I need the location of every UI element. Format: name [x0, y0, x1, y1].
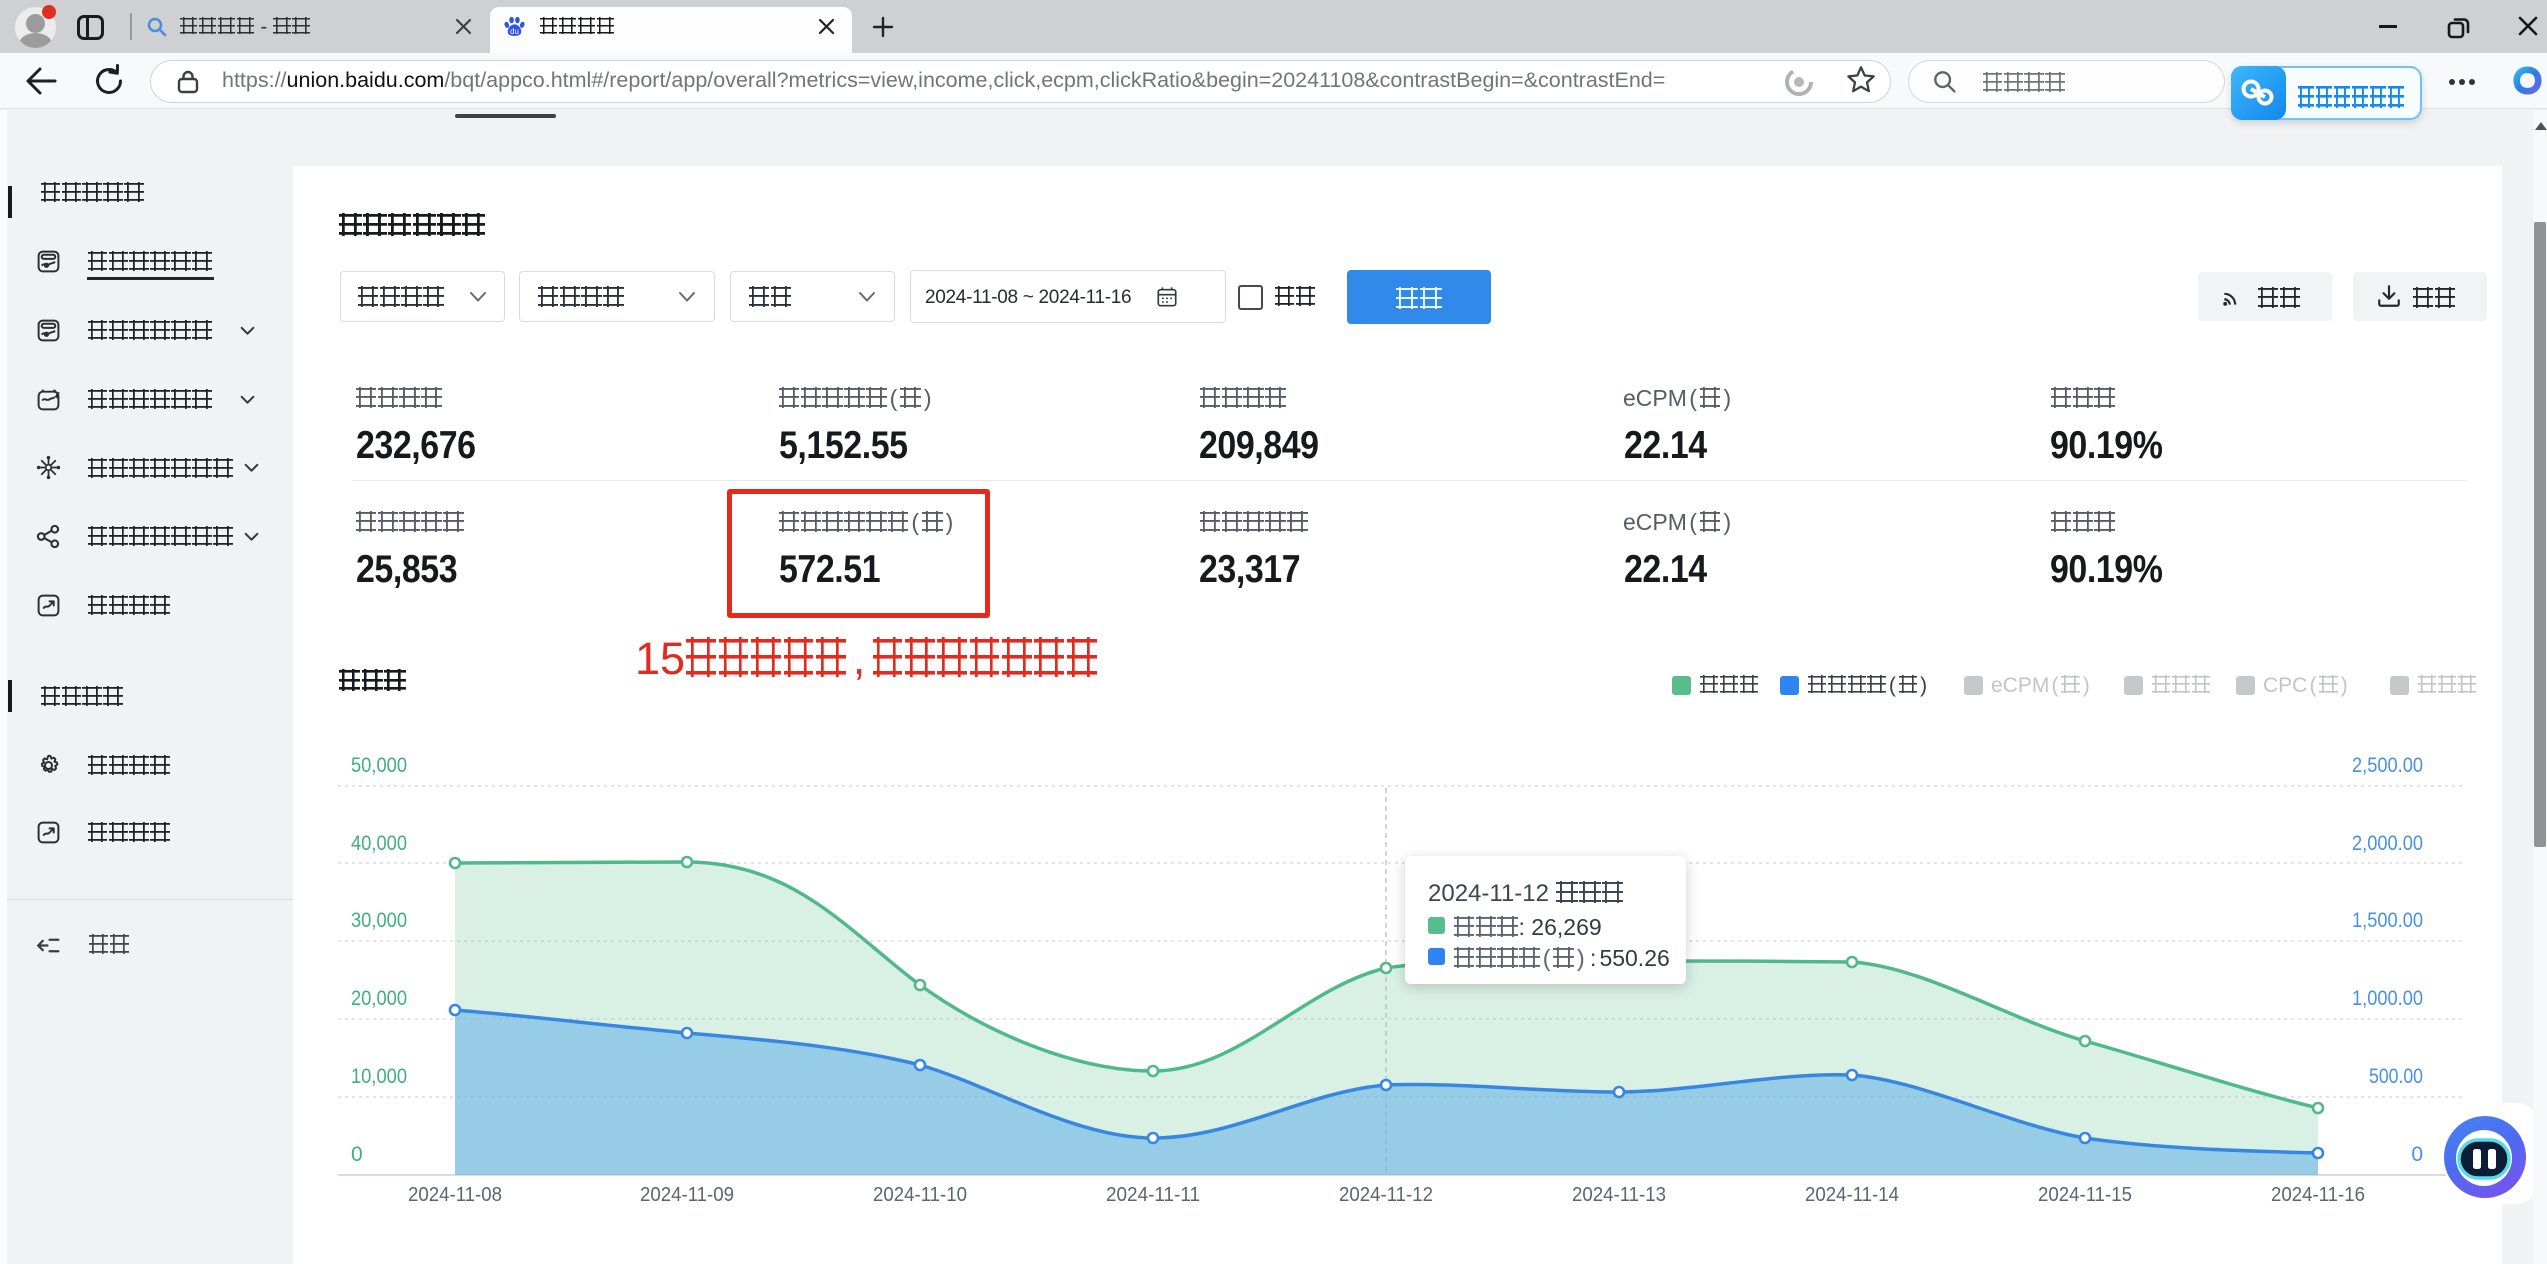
svg-text:2024-11-12: 2024-11-12 — [1339, 1184, 1433, 1206]
svg-text:20,000: 20,000 — [351, 987, 407, 1010]
svg-text:0: 0 — [351, 1143, 363, 1166]
svg-text:2024-11-10: 2024-11-10 — [873, 1184, 967, 1206]
svg-text:2024-11-08: 2024-11-08 — [408, 1184, 502, 1206]
svg-text:du: du — [510, 27, 519, 36]
svg-text:30,000: 30,000 — [351, 909, 407, 932]
svg-text:1,500.00: 1,500.00 — [2352, 909, 2423, 932]
svg-text:1,000.00: 1,000.00 — [2352, 987, 2423, 1010]
svg-text:2,000.00: 2,000.00 — [2352, 832, 2423, 855]
svg-text:2024-11-16: 2024-11-16 — [2271, 1184, 2365, 1206]
svg-text:500.00: 500.00 — [2369, 1065, 2423, 1088]
svg-text:2024-11-09: 2024-11-09 — [640, 1184, 734, 1206]
svg-text:2,500.00: 2,500.00 — [2352, 754, 2423, 777]
svg-text:0: 0 — [2411, 1143, 2423, 1166]
svg-text:2024-11-11: 2024-11-11 — [1106, 1184, 1200, 1206]
svg-text:2024-11-13: 2024-11-13 — [1572, 1184, 1666, 1206]
svg-text:40,000: 40,000 — [351, 832, 407, 855]
svg-text:2024-11-14: 2024-11-14 — [1805, 1184, 1899, 1206]
svg-text:10,000: 10,000 — [351, 1065, 407, 1088]
svg-text:2024-11-15: 2024-11-15 — [2038, 1184, 2132, 1206]
svg-text:50,000: 50,000 — [351, 754, 407, 777]
